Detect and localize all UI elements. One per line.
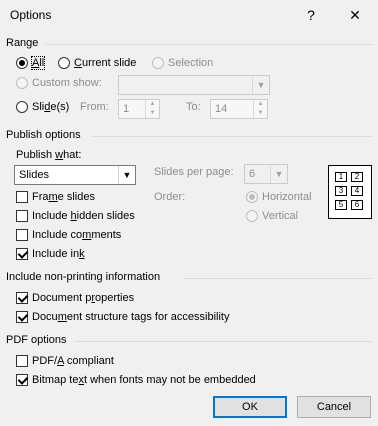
- spin-up-icon[interactable]: ▲: [145, 100, 159, 109]
- ok-button[interactable]: OK: [213, 396, 287, 418]
- checkbox-bitmap-text[interactable]: [16, 374, 28, 386]
- spin-down-icon[interactable]: ▼: [253, 109, 267, 118]
- radio-selection[interactable]: [152, 57, 164, 69]
- radio-selection-label: Selection: [168, 57, 214, 69]
- radio-vertical-label: Vertical: [262, 210, 299, 222]
- spin-down-icon[interactable]: ▼: [145, 109, 159, 118]
- chevron-down-icon: ▼: [118, 166, 135, 184]
- preview-cell-5: 5: [335, 200, 347, 210]
- from-label: From:: [80, 101, 109, 113]
- publish-options-heading: Publish options: [6, 129, 81, 141]
- checkbox-pdfa[interactable]: [16, 355, 28, 367]
- radio-slides[interactable]: [16, 101, 28, 113]
- preview-cell-4: 4: [351, 186, 363, 196]
- document-properties-label[interactable]: Document properties: [32, 292, 134, 304]
- chevron-down-icon: ▼: [270, 165, 287, 183]
- include-ink-label[interactable]: Include ink: [32, 248, 85, 260]
- dialog-title: Options: [10, 8, 52, 22]
- publish-what-select[interactable]: Slides ▼: [14, 165, 136, 185]
- radio-custom-show[interactable]: [16, 77, 28, 89]
- custom-show-select[interactable]: ▼: [118, 75, 270, 95]
- from-spinner[interactable]: 1 ▲ ▼: [118, 99, 160, 119]
- slides-per-page-select[interactable]: 6 ▼: [244, 164, 288, 184]
- radio-all[interactable]: [16, 57, 28, 69]
- close-button[interactable]: ✕: [344, 4, 366, 26]
- preview-cell-3: 3: [335, 186, 347, 196]
- spin-up-icon[interactable]: ▲: [253, 100, 267, 109]
- preview-cell-1: 1: [335, 172, 347, 182]
- radio-horizontal[interactable]: [246, 191, 258, 203]
- cancel-button[interactable]: Cancel: [297, 396, 371, 418]
- publish-what-value: Slides: [19, 169, 49, 181]
- help-button[interactable]: ?: [300, 4, 322, 26]
- radio-horizontal-label: Horizontal: [262, 191, 312, 203]
- pdf-separator: [74, 341, 372, 342]
- checkbox-include-comments[interactable]: [16, 229, 28, 241]
- from-value: 1: [123, 103, 130, 115]
- pdf-options-heading: PDF options: [6, 334, 67, 346]
- nonprinting-separator: [184, 278, 372, 279]
- radio-all-label[interactable]: All: [30, 56, 46, 70]
- checkbox-structure-tags[interactable]: [16, 311, 28, 323]
- custom-show-label: Custom show:: [32, 77, 102, 89]
- order-label: Order:: [154, 191, 186, 203]
- radio-slides-label[interactable]: Slide(s): [32, 101, 69, 113]
- to-label: To:: [186, 101, 201, 113]
- preview-cell-6: 6: [351, 200, 363, 210]
- checkbox-include-ink[interactable]: [16, 248, 28, 260]
- chevron-down-icon: ▼: [252, 76, 269, 94]
- handout-preview: 1 2 3 4 5 6: [328, 165, 372, 219]
- radio-current-slide-label[interactable]: Current slide: [74, 57, 136, 69]
- slides-per-page-label: Slides per page:: [154, 166, 234, 178]
- publish-separator: [92, 136, 372, 137]
- bitmap-text-label[interactable]: Bitmap text when fonts may not be embedd…: [32, 374, 256, 386]
- nonprinting-heading: Include non-printing information: [6, 271, 161, 283]
- radio-vertical[interactable]: [246, 210, 258, 222]
- publish-what-label: Publish what:: [16, 149, 82, 161]
- include-hidden-label[interactable]: Include hidden slides: [32, 210, 135, 222]
- to-value: 14: [215, 103, 228, 115]
- checkbox-frame-slides[interactable]: [16, 191, 28, 203]
- radio-current-slide[interactable]: [58, 57, 70, 69]
- range-heading: Range: [6, 37, 39, 49]
- pdfa-label[interactable]: PDF/A compliant: [32, 355, 114, 367]
- frame-slides-label[interactable]: Frame slides: [32, 191, 95, 203]
- checkbox-document-properties[interactable]: [16, 292, 28, 304]
- slides-per-page-value: 6: [249, 168, 256, 180]
- preview-cell-2: 2: [351, 172, 363, 182]
- include-comments-label[interactable]: Include comments: [32, 229, 121, 241]
- to-spinner[interactable]: 14 ▲ ▼: [210, 99, 268, 119]
- structure-tags-label[interactable]: Document structure tags for accessibilit…: [32, 311, 229, 323]
- range-separator: [46, 44, 372, 45]
- checkbox-include-hidden[interactable]: [16, 210, 28, 222]
